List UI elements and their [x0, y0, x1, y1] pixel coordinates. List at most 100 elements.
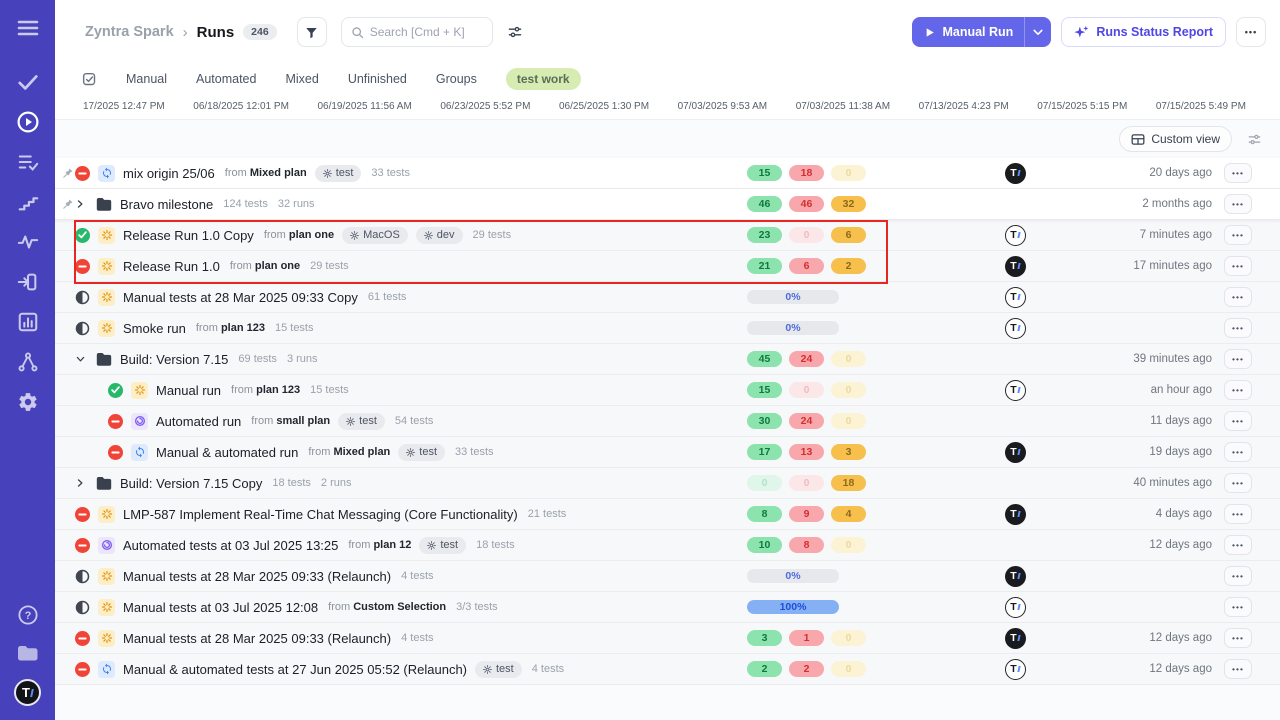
runs-icon[interactable] — [16, 110, 40, 134]
settings-icon[interactable] — [16, 390, 40, 414]
row-actions-button[interactable]: ••• — [1224, 318, 1252, 338]
run-title[interactable]: Manual run — [156, 383, 221, 398]
search-box[interactable] — [341, 17, 493, 47]
run-row[interactable]: Manual tests at 28 Mar 2025 09:33 (Relau… — [55, 623, 1280, 654]
activity-icon[interactable] — [16, 230, 40, 254]
row-actions-button[interactable]: ••• — [1224, 349, 1252, 369]
run-title[interactable]: Build: Version 7.15 Copy — [120, 476, 262, 491]
tag-badge[interactable]: test — [338, 413, 385, 430]
run-title[interactable]: Smoke run — [123, 321, 186, 336]
tag-badge[interactable]: dev — [416, 227, 463, 244]
run-row[interactable]: Automated tests at 03 Jul 2025 13:25from… — [55, 530, 1280, 561]
select-runs-icon[interactable] — [82, 72, 97, 87]
row-actions-button[interactable]: ••• — [1224, 380, 1252, 400]
row-actions-button[interactable]: ••• — [1224, 163, 1252, 183]
run-title[interactable]: Build: Version 7.15 — [120, 352, 228, 367]
assignee-avatar[interactable]: T — [1005, 442, 1026, 463]
run-title[interactable]: Manual tests at 28 Mar 2025 09:33 (Relau… — [123, 569, 391, 584]
assignee-avatar[interactable]: T — [1005, 380, 1026, 401]
row-actions-button[interactable]: ••• — [1224, 535, 1252, 555]
assignee-avatar[interactable]: T — [1005, 628, 1026, 649]
row-actions-button[interactable]: ••• — [1224, 566, 1252, 586]
row-actions-button[interactable]: ••• — [1224, 225, 1252, 245]
run-title[interactable]: Manual & automated tests at 27 Jun 2025 … — [123, 662, 467, 677]
run-title[interactable]: mix origin 25/06 — [123, 166, 215, 181]
run-row[interactable]: Automated runfrom small plantest54 tests… — [55, 406, 1280, 437]
runs-status-report-button[interactable]: Runs Status Report — [1061, 17, 1226, 47]
run-row[interactable]: Manual tests at 28 Mar 2025 09:33 (Relau… — [55, 561, 1280, 592]
row-actions-button[interactable]: ••• — [1224, 442, 1252, 462]
run-title[interactable]: LMP-587 Implement Real-Time Chat Messagi… — [123, 507, 518, 522]
manual-run-button[interactable]: Manual Run — [912, 17, 1051, 47]
manual-run-dropdown[interactable] — [1024, 17, 1051, 47]
row-actions-button[interactable]: ••• — [1224, 597, 1252, 617]
row-actions-button[interactable]: ••• — [1224, 256, 1252, 276]
row-actions-button[interactable]: ••• — [1224, 194, 1252, 214]
run-title[interactable]: Manual tests at 03 Jul 2025 12:08 — [123, 600, 318, 615]
list-settings-icon[interactable] — [1247, 132, 1262, 147]
run-title[interactable]: Automated run — [156, 414, 241, 429]
run-title[interactable]: Manual tests at 28 Mar 2025 09:33 (Relau… — [123, 631, 391, 646]
breadcrumb-project[interactable]: Zyntra Spark — [85, 24, 174, 40]
help-icon[interactable]: ? — [16, 603, 40, 627]
row-actions-button[interactable]: ••• — [1224, 628, 1252, 648]
run-row[interactable]: Manual & automated runfrom Mixed plantes… — [55, 437, 1280, 468]
run-row[interactable]: Release Run 1.0from plan one29 tests2162… — [55, 251, 1280, 282]
expand-chevron-icon[interactable] — [75, 478, 88, 488]
menu-icon[interactable] — [16, 16, 40, 40]
run-row[interactable]: Manual runfrom plan 12315 tests1500Tan h… — [55, 375, 1280, 406]
search-input[interactable] — [370, 25, 480, 39]
run-title[interactable]: Release Run 1.0 Copy — [123, 228, 254, 243]
import-icon[interactable] — [16, 270, 40, 294]
run-row[interactable]: Manual & automated tests at 27 Jun 2025 … — [55, 654, 1280, 685]
tab-automated[interactable]: Automated — [196, 72, 256, 86]
projects-icon[interactable] — [16, 641, 40, 665]
tag-badge[interactable]: test — [398, 444, 445, 461]
custom-view-button[interactable]: Custom view — [1119, 126, 1232, 152]
expand-chevron-icon[interactable] — [75, 199, 88, 209]
filter-button[interactable] — [297, 17, 327, 47]
analytics-icon[interactable] — [16, 310, 40, 334]
tag-badge[interactable]: test — [475, 661, 522, 678]
run-row[interactable]: mix origin 25/06from Mixed plantest33 te… — [55, 158, 1280, 189]
assignee-avatar[interactable]: T — [1005, 597, 1026, 618]
run-row[interactable]: Release Run 1.0 Copyfrom plan oneMacOSde… — [55, 220, 1280, 251]
tab-groups[interactable]: Groups — [436, 72, 477, 86]
row-actions-button[interactable]: ••• — [1224, 287, 1252, 307]
run-row[interactable]: Build: Version 7.15 Copy18 tests2 runs00… — [55, 468, 1280, 499]
tag-badge[interactable]: test — [315, 165, 362, 182]
row-actions-button[interactable]: ••• — [1224, 659, 1252, 679]
run-row[interactable]: Manual tests at 03 Jul 2025 12:08from Cu… — [55, 592, 1280, 623]
branch-icon[interactable] — [16, 350, 40, 374]
run-title[interactable]: Manual tests at 28 Mar 2025 09:33 Copy — [123, 290, 358, 305]
row-actions-button[interactable]: ••• — [1224, 411, 1252, 431]
collapse-chevron-icon[interactable] — [75, 354, 88, 364]
run-title[interactable]: Automated tests at 03 Jul 2025 13:25 — [123, 538, 338, 553]
run-row[interactable]: Manual tests at 28 Mar 2025 09:33 Copy61… — [55, 282, 1280, 313]
tag-badge[interactable]: test — [419, 537, 466, 554]
assignee-avatar[interactable]: T — [1005, 225, 1026, 246]
active-filter-tag[interactable]: test work — [506, 68, 581, 90]
steps-icon[interactable] — [16, 190, 40, 214]
assignee-avatar[interactable]: T — [1005, 256, 1026, 277]
run-row[interactable]: Smoke runfrom plan 12315 tests0%T••• — [55, 313, 1280, 344]
run-title[interactable]: Manual & automated run — [156, 445, 298, 460]
assignee-avatar[interactable]: T — [1005, 287, 1026, 308]
checklist-icon[interactable] — [16, 150, 40, 174]
run-row[interactable]: LMP-587 Implement Real-Time Chat Messagi… — [55, 499, 1280, 530]
tab-manual[interactable]: Manual — [126, 72, 167, 86]
row-actions-button[interactable]: ••• — [1224, 473, 1252, 493]
user-avatar[interactable]: T — [14, 679, 41, 706]
view-settings-icon[interactable] — [507, 24, 523, 40]
tag-badge[interactable]: MacOS — [342, 227, 408, 244]
assignee-avatar[interactable]: T — [1005, 163, 1026, 184]
assignee-avatar[interactable]: T — [1005, 659, 1026, 680]
run-row[interactable]: Bravo milestone124 tests32 runs4646322 m… — [55, 189, 1280, 220]
run-title[interactable]: Bravo milestone — [120, 197, 213, 212]
assignee-avatar[interactable]: T — [1005, 566, 1026, 587]
assignee-avatar[interactable]: T — [1005, 318, 1026, 339]
row-actions-button[interactable]: ••• — [1224, 504, 1252, 524]
run-row[interactable]: Build: Version 7.1569 tests3 runs4524039… — [55, 344, 1280, 375]
check-icon[interactable] — [16, 70, 40, 94]
tab-unfinished[interactable]: Unfinished — [348, 72, 407, 86]
